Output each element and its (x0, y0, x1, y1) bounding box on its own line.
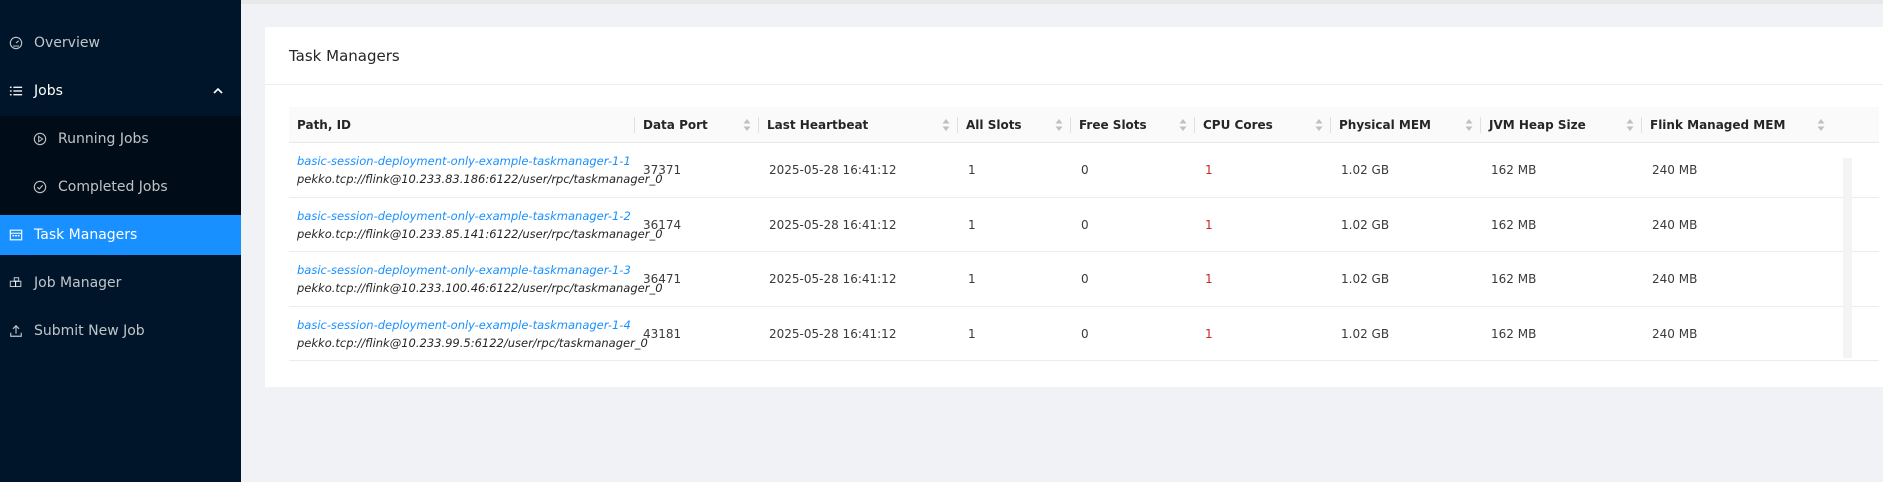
cell-jvm-heap-size: 162 MB (1491, 326, 1537, 341)
column-header-jvm-heap-size[interactable]: JVM Heap Size (1481, 107, 1642, 143)
cell-free-slots: 0 (1081, 163, 1089, 177)
sidebar-item-completed-jobs[interactable]: Completed Jobs (0, 167, 241, 207)
cell-data-port: 37371 (643, 163, 682, 177)
cell-path-id: basic-session-deployment-only-example-ta… (289, 143, 663, 197)
sidebar-item-task-managers[interactable]: Task Managers (0, 215, 241, 255)
sidebar-item-jobs[interactable]: Jobs (0, 71, 241, 111)
taskmanager-path: pekko.tcp://flink@10.233.100.46:6122/use… (297, 281, 663, 295)
sidebar-item-label: Submit New Job (34, 323, 145, 339)
list-icon (8, 83, 24, 99)
sidebar-item-label: Overview (34, 35, 100, 51)
cell-data-port: 36174 (643, 217, 682, 232)
cell-physical-mem: 1.02 GB (1341, 272, 1390, 286)
sort-icon[interactable] (1315, 118, 1323, 132)
cell-data-port: 43181 (643, 326, 682, 341)
sidebar-item-label: Jobs (34, 83, 63, 99)
table-row[interactable]: basic-session-deployment-only-example-ta… (289, 307, 1879, 361)
taskmanager-link[interactable]: basic-session-deployment-only-example-ta… (297, 316, 631, 334)
cell-flink-managed-mem: 240 MB (1652, 163, 1698, 177)
taskmanager-link[interactable]: basic-session-deployment-only-example-ta… (297, 207, 631, 225)
table-row[interactable]: basic-session-deployment-only-example-ta… (289, 143, 1879, 198)
cell-flink-managed-mem: 240 MB (1652, 217, 1698, 232)
cell-last-heartbeat: 2025-05-28 16:41:12 (769, 217, 897, 232)
cell-cpu-cores: 1 (1205, 163, 1213, 177)
schedule-icon (8, 227, 24, 243)
table-row[interactable]: basic-session-deployment-only-example-ta… (289, 252, 1879, 307)
play-circle-icon (32, 131, 48, 147)
sidebar-item-job-manager[interactable]: Job Manager (0, 263, 241, 303)
cell-all-slots: 1 (968, 272, 976, 286)
column-header-cpu-cores[interactable]: CPU Cores (1195, 107, 1331, 143)
cell-free-slots: 0 (1081, 272, 1089, 286)
column-header-last-heartbeat[interactable]: Last Heartbeat (759, 107, 958, 143)
sort-icon[interactable] (942, 118, 950, 132)
cell-all-slots: 1 (968, 326, 976, 341)
divider (265, 84, 1883, 85)
cell-path-id: basic-session-deployment-only-example-ta… (289, 307, 648, 361)
taskmanager-path: pekko.tcp://flink@10.233.85.141:6122/use… (297, 226, 663, 241)
build-icon (8, 275, 24, 291)
column-header-flink-managed-mem[interactable]: Flink Managed MEM (1642, 107, 1833, 143)
cell-jvm-heap-size: 162 MB (1491, 272, 1537, 286)
cell-last-heartbeat: 2025-05-28 16:41:12 (769, 272, 897, 286)
cell-free-slots: 0 (1081, 217, 1089, 232)
column-header-all-slots[interactable]: All Slots (958, 107, 1071, 143)
task-managers-table: Path, ID Data Port Last Heartbeat All Sl… (289, 107, 1879, 361)
sort-icon[interactable] (1626, 118, 1634, 132)
page-title: Task Managers (289, 47, 400, 65)
table-body: basic-session-deployment-only-example-ta… (289, 143, 1879, 361)
cell-all-slots: 1 (968, 163, 976, 177)
cell-last-heartbeat: 2025-05-28 16:41:12 (769, 326, 897, 341)
cell-jvm-heap-size: 162 MB (1491, 217, 1537, 232)
column-header-data-port[interactable]: Data Port (635, 107, 759, 143)
sidebar-item-label: Job Manager (34, 275, 122, 291)
cell-data-port: 36471 (643, 272, 682, 286)
cell-cpu-cores: 1 (1205, 272, 1213, 286)
sidebar-item-label: Completed Jobs (58, 179, 168, 195)
sort-icon[interactable] (743, 118, 751, 132)
task-managers-card: Task Managers Path, ID Data Port Last He… (265, 27, 1883, 387)
cell-all-slots: 1 (968, 217, 976, 232)
cell-flink-managed-mem: 240 MB (1652, 272, 1698, 286)
upload-icon (8, 323, 24, 339)
cell-physical-mem: 1.02 GB (1341, 163, 1390, 177)
cell-cpu-cores: 1 (1205, 326, 1213, 341)
taskmanager-link[interactable]: basic-session-deployment-only-example-ta… (297, 152, 631, 170)
taskmanager-path: pekko.tcp://flink@10.233.99.5:6122/user/… (297, 335, 648, 350)
sidebar-item-label: Task Managers (34, 227, 138, 243)
column-header-free-slots[interactable]: Free Slots (1071, 107, 1195, 143)
cell-jvm-heap-size: 162 MB (1491, 163, 1537, 177)
sidebar-item-label: Running Jobs (58, 131, 149, 147)
sort-icon[interactable] (1465, 118, 1473, 132)
sort-icon[interactable] (1055, 118, 1063, 132)
header-bar (241, 0, 1883, 4)
chevron-up-icon[interactable] (213, 86, 223, 96)
cell-cpu-cores: 1 (1205, 217, 1213, 232)
cell-path-id: basic-session-deployment-only-example-ta… (289, 198, 663, 252)
cell-physical-mem: 1.02 GB (1341, 326, 1390, 341)
table-scrollbar[interactable] (1843, 158, 1852, 358)
sidebar: Overview Jobs Running Jobs Completed Job… (0, 0, 241, 482)
column-header-physical-mem[interactable]: Physical MEM (1331, 107, 1481, 143)
sidebar-item-running-jobs[interactable]: Running Jobs (0, 119, 241, 159)
cell-free-slots: 0 (1081, 326, 1089, 341)
sort-icon[interactable] (1179, 118, 1187, 132)
cell-flink-managed-mem: 240 MB (1652, 326, 1698, 341)
sort-icon[interactable] (1817, 118, 1825, 132)
sidebar-item-submit-new-job[interactable]: Submit New Job (0, 311, 241, 351)
column-header-path-id[interactable]: Path, ID (289, 107, 635, 143)
table-header: Path, ID Data Port Last Heartbeat All Sl… (289, 107, 1879, 143)
taskmanager-path: pekko.tcp://flink@10.233.83.186:6122/use… (297, 172, 663, 186)
cell-path-id: basic-session-deployment-only-example-ta… (289, 252, 663, 306)
cell-physical-mem: 1.02 GB (1341, 217, 1390, 232)
taskmanager-link[interactable]: basic-session-deployment-only-example-ta… (297, 261, 631, 279)
dashboard-icon (8, 35, 24, 51)
check-circle-icon (32, 179, 48, 195)
table-row[interactable]: basic-session-deployment-only-example-ta… (289, 198, 1879, 252)
sidebar-item-overview[interactable]: Overview (0, 23, 241, 63)
cell-last-heartbeat: 2025-05-28 16:41:12 (769, 163, 897, 177)
